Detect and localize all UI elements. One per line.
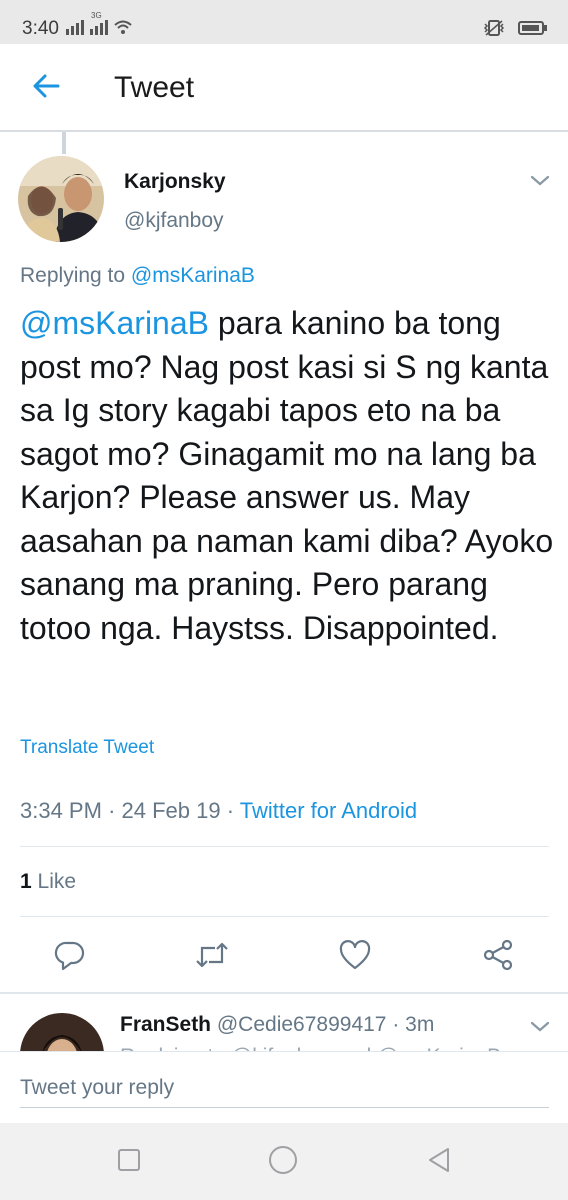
divider (20, 916, 549, 917)
back-button[interactable] (28, 70, 64, 106)
tweet-body: para kanino ba tong post mo? Nag post ka… (20, 305, 554, 646)
replying-prefix: Replying to (20, 264, 126, 287)
chevron-down-icon[interactable] (528, 1018, 552, 1036)
retweet-icon (195, 940, 229, 975)
page-title: Tweet (114, 71, 195, 104)
like-label: Like (37, 870, 77, 893)
translate-tweet-link[interactable]: Translate Tweet (20, 737, 154, 759)
battery-icon (518, 20, 548, 41)
network-label: 3G (91, 11, 102, 20)
wifi-icon (114, 20, 132, 40)
back-triangle-icon (426, 1147, 452, 1178)
author-name[interactable]: Karjonsky (124, 170, 226, 194)
signal-3g-icon: 3G (90, 11, 110, 40)
reply-author-handle[interactable]: @Cedie67899417 (217, 1013, 387, 1036)
chevron-down-icon[interactable] (528, 172, 552, 190)
thread-connector-line (62, 132, 66, 154)
reply-author-name[interactable]: FranSeth (120, 1013, 211, 1036)
tweet-date: 24 Feb 19 (121, 798, 221, 823)
tweet-time: 3:34 PM (20, 798, 102, 823)
system-nav-bar (0, 1123, 568, 1200)
divider (20, 846, 549, 847)
reply-header: FranSeth @Cedie67899417 · 3m (120, 1013, 434, 1037)
author-handle[interactable]: @kjfanboy (124, 209, 224, 233)
tweet-mention-link[interactable]: @msKarinaB (20, 305, 209, 341)
like-icon (339, 939, 371, 975)
compose-bar (0, 1051, 568, 1123)
replying-to: Replying to @msKarinaB (20, 264, 255, 288)
section-divider (0, 992, 568, 994)
retweet-button[interactable] (190, 935, 234, 979)
tweet-source-link[interactable]: Twitter for Android (240, 798, 417, 823)
recents-button[interactable] (114, 1147, 144, 1177)
vibrate-icon (482, 19, 506, 42)
hd-signal-icon (66, 19, 86, 40)
like-button[interactable] (333, 935, 377, 979)
reply-button[interactable] (48, 935, 92, 979)
share-button[interactable] (476, 935, 520, 979)
meta-separator: · (226, 798, 235, 823)
status-time: 3:40 (22, 18, 59, 39)
recents-square-icon (117, 1148, 141, 1177)
likes-count[interactable]: 1 Like (20, 870, 76, 894)
tweet-meta: 3:34 PM · 24 Feb 19 · Twitter for Androi… (20, 798, 417, 824)
status-icons-right (482, 19, 548, 42)
meta-separator: · (108, 798, 116, 823)
share-icon (482, 939, 514, 976)
reply-icon (54, 939, 86, 976)
tweet-reply-input[interactable] (20, 1068, 549, 1108)
replying-mention-link[interactable]: @msKarinaB (131, 264, 255, 287)
reply-time: 3m (405, 1013, 435, 1036)
tweet-text: @msKarinaB para kanino ba tong post mo? … (20, 302, 555, 650)
reply-separator: · (392, 1013, 400, 1036)
arrow-left-icon (32, 74, 60, 103)
status-icons-left: 3G (66, 11, 132, 40)
nav-back-button[interactable] (424, 1147, 454, 1177)
status-bar: 3:40 3G (0, 0, 568, 44)
app-bar: Tweet (0, 44, 568, 132)
home-circle-icon (268, 1145, 298, 1180)
home-button[interactable] (268, 1145, 298, 1180)
like-count: 1 (20, 870, 32, 893)
avatar[interactable] (18, 156, 104, 242)
